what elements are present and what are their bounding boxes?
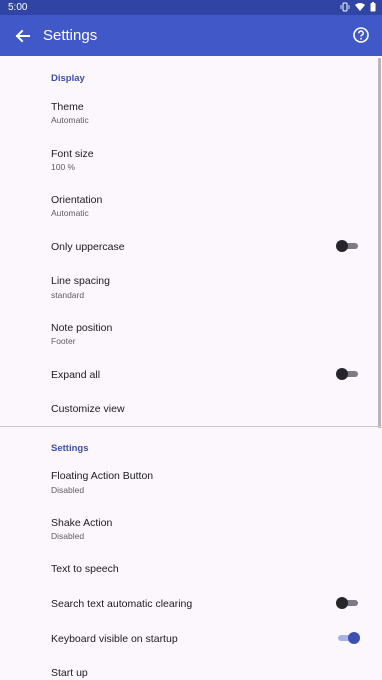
pref-text-to-speech[interactable]: Text to speech: [0, 552, 382, 584]
pref-summary: standard: [51, 290, 85, 300]
status-bar: 5:00: [0, 0, 382, 15]
toggle-thumb: [336, 368, 348, 380]
pref-summary: Disabled: [51, 485, 85, 495]
pref-shake-action[interactable]: Shake Action Disabled: [0, 505, 382, 549]
help-icon: [353, 27, 369, 43]
pref-summary: Automatic: [51, 115, 89, 125]
pref-title: Font size: [51, 148, 94, 160]
pref-title: Only uppercase: [51, 241, 125, 253]
back-button[interactable]: [12, 25, 34, 47]
pref-title: Floating Action Button: [51, 470, 154, 482]
pref-line-spacing[interactable]: Line spacing standard: [0, 266, 382, 310]
wifi-icon: [355, 2, 365, 14]
status-time: 5:00: [8, 2, 28, 13]
pref-title: Orientation: [51, 194, 103, 206]
pref-note-position[interactable]: Note position Footer: [0, 313, 382, 357]
arrow-left-icon: [15, 29, 30, 43]
pref-title: Line spacing: [51, 275, 110, 287]
settings-list[interactable]: Display Theme Automatic Font size 100 % …: [0, 56, 382, 680]
pref-start-up[interactable]: Start up: [0, 657, 382, 680]
help-button[interactable]: [352, 26, 370, 44]
status-icons: [340, 2, 376, 14]
vibrate-icon: [340, 2, 350, 14]
pref-summary: Disabled: [51, 531, 85, 541]
toggle-thumb: [336, 240, 348, 252]
pref-title: Text to speech: [51, 563, 119, 575]
section-divider: [0, 426, 382, 427]
expand-all-toggle[interactable]: [336, 367, 360, 381]
pref-title: Search text automatic clearing: [51, 598, 193, 610]
search-clearing-toggle[interactable]: [336, 596, 360, 610]
pref-title: Shake Action: [51, 517, 113, 529]
page-title: Settings: [43, 27, 98, 44]
keyboard-visible-toggle[interactable]: [336, 631, 360, 645]
pref-only-uppercase[interactable]: Only uppercase: [0, 228, 382, 264]
pref-title: Customize view: [51, 403, 125, 415]
pref-title: Expand all: [51, 369, 101, 381]
section-header-display: Display: [51, 73, 85, 84]
pref-search-text-clearing[interactable]: Search text automatic clearing: [0, 587, 382, 619]
only-uppercase-toggle[interactable]: [336, 239, 360, 253]
pref-title: Theme: [51, 101, 84, 113]
pref-title: Note position: [51, 322, 113, 334]
pref-title: Start up: [51, 667, 88, 679]
toggle-thumb: [348, 632, 360, 644]
section-header-settings: Settings: [51, 443, 89, 454]
pref-keyboard-visible[interactable]: Keyboard visible on startup: [0, 622, 382, 654]
pref-summary: 100 %: [51, 162, 76, 172]
pref-font-size[interactable]: Font size 100 %: [0, 133, 382, 177]
pref-orientation[interactable]: Orientation Automatic: [0, 180, 382, 224]
pref-summary: Footer: [51, 336, 76, 346]
pref-expand-all[interactable]: Expand all: [0, 360, 382, 394]
pref-theme[interactable]: Theme Automatic: [0, 86, 382, 130]
pref-summary: Automatic: [51, 208, 89, 218]
app-bar: Settings: [0, 15, 382, 56]
pref-customize-view[interactable]: Customize view: [0, 396, 382, 426]
toggle-thumb: [336, 597, 348, 609]
pref-title: Keyboard visible on startup: [51, 633, 178, 645]
pref-floating-action-button[interactable]: Floating Action Button Disabled: [0, 458, 382, 502]
battery-icon: [370, 2, 376, 14]
